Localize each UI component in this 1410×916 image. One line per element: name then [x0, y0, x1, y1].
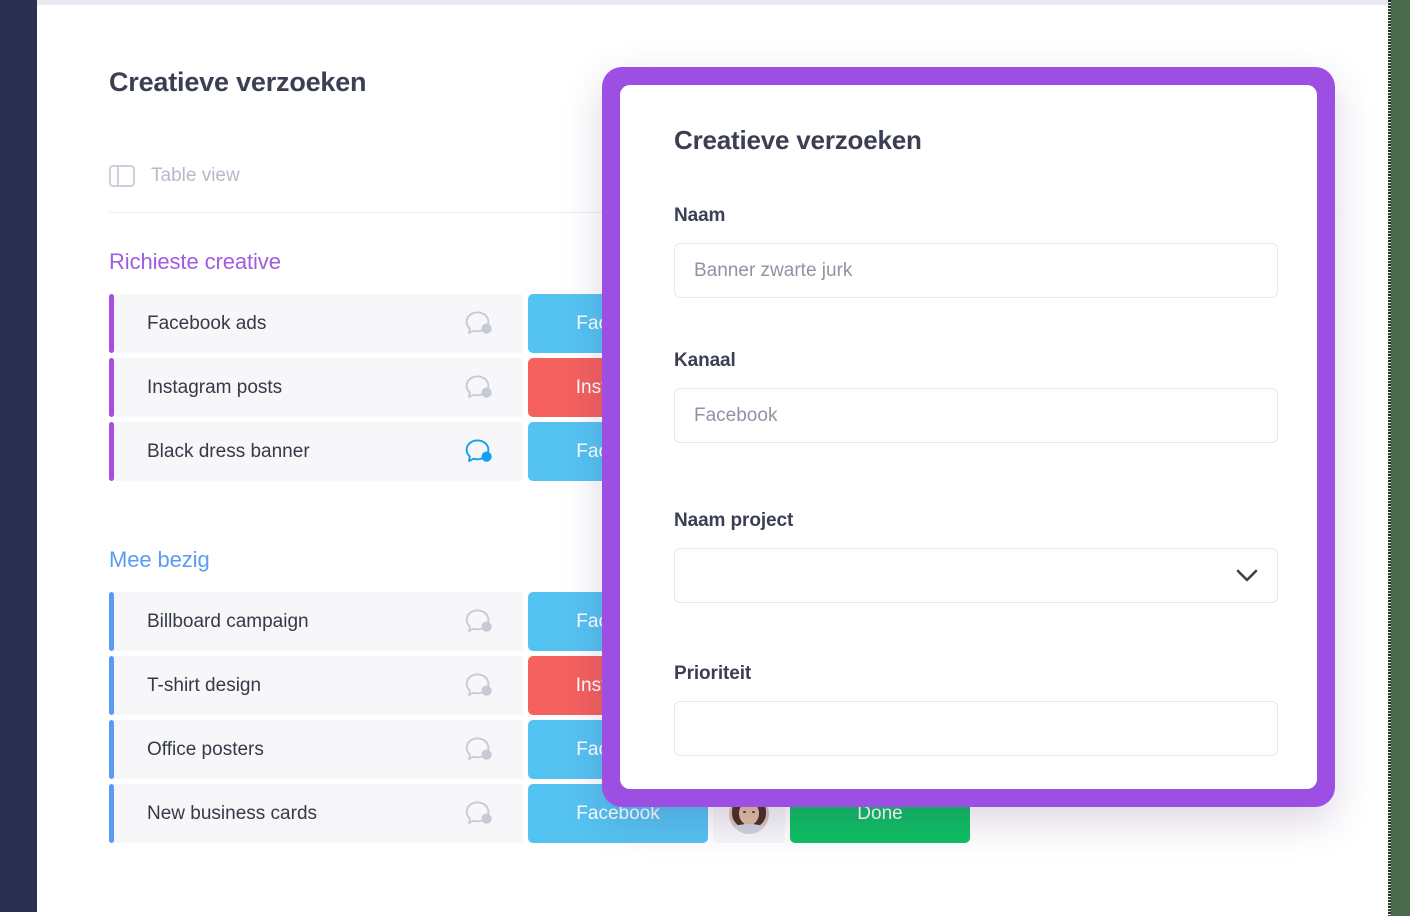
- form-field-naam: Naam Banner zwarte jurk: [674, 205, 1278, 298]
- field-label: Naam: [674, 205, 726, 226]
- field-label: Naam project: [674, 510, 794, 531]
- prioriteit-input[interactable]: [674, 701, 1278, 756]
- row-label: T-shirt design: [147, 674, 262, 696]
- row-name-cell[interactable]: T-shirt design: [114, 656, 523, 715]
- kanaal-input-value: Facebook: [694, 404, 778, 426]
- row-name-cell[interactable]: Black dress banner: [114, 422, 523, 481]
- modal-card: Creatieve verzoeken Naam Banner zwarte j…: [620, 85, 1317, 789]
- chat-bubble-icon[interactable]: [464, 800, 494, 828]
- row-name-cell[interactable]: Office posters: [114, 720, 523, 779]
- field-label: Kanaal: [674, 350, 736, 371]
- table-view-label: Table view: [151, 165, 240, 186]
- naam-project-select[interactable]: [674, 548, 1278, 603]
- row-label: Facebook ads: [147, 312, 267, 334]
- kanaal-input[interactable]: Facebook: [674, 388, 1278, 443]
- row-name-cell[interactable]: Billboard campaign: [114, 592, 523, 651]
- form-field-naam-project: Naam project: [674, 510, 1278, 603]
- chevron-down-icon: [1236, 569, 1258, 582]
- table-view-icon: [109, 165, 135, 187]
- row-name-cell[interactable]: Facebook ads: [114, 294, 523, 353]
- row-label: Black dress banner: [147, 440, 310, 462]
- row-label: New business cards: [147, 802, 318, 824]
- row-label: Office posters: [147, 738, 264, 760]
- chat-bubble-icon[interactable]: [464, 736, 494, 764]
- app-window: Creatieve verzoeken Table view Richieste…: [0, 0, 1390, 916]
- field-label: Prioriteit: [674, 663, 752, 684]
- chat-bubble-icon[interactable]: [464, 672, 494, 700]
- form-field-prioriteit: Prioriteit: [674, 663, 1278, 756]
- page-edge-artifact: [1388, 0, 1391, 916]
- naam-input[interactable]: Banner zwarte jurk: [674, 243, 1278, 298]
- form-field-kanaal: Kanaal Facebook: [674, 350, 1278, 443]
- row-name-cell[interactable]: Instagram posts: [114, 358, 523, 417]
- chat-bubble-icon[interactable]: [464, 608, 494, 636]
- row-name-cell[interactable]: New business cards: [114, 784, 523, 843]
- chat-bubble-icon[interactable]: [464, 374, 494, 402]
- modal-title: Creatieve verzoeken: [674, 125, 922, 155]
- chat-bubble-icon[interactable]: [464, 438, 494, 466]
- left-nav-rail[interactable]: [0, 0, 37, 912]
- tab-table-view[interactable]: Table view: [109, 165, 240, 187]
- row-label: Billboard campaign: [147, 610, 309, 632]
- page-right-gutter: [1390, 0, 1410, 916]
- chat-bubble-icon[interactable]: [464, 310, 494, 338]
- page-title: Creatieve verzoeken: [109, 67, 367, 97]
- naam-input-value: Banner zwarte jurk: [694, 259, 853, 281]
- row-label: Instagram posts: [147, 376, 283, 398]
- request-form-modal: Creatieve verzoeken Naam Banner zwarte j…: [602, 67, 1335, 807]
